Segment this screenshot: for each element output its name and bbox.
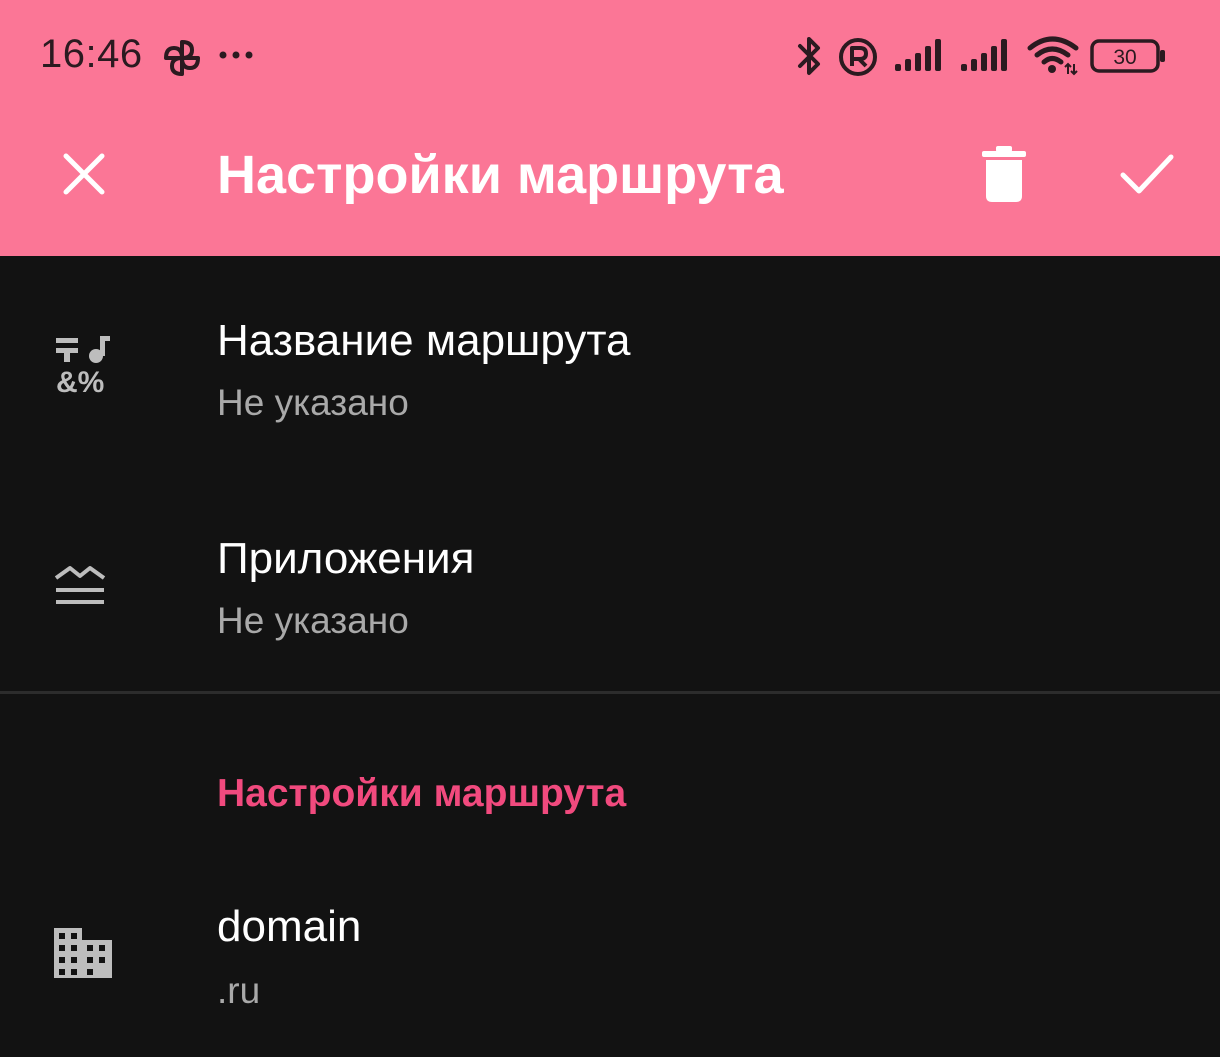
apps-layers-icon <box>52 560 108 615</box>
text-symbols-icon: &% <box>52 334 114 401</box>
close-button[interactable] <box>39 129 129 219</box>
item-title: Название маршрута <box>217 316 631 365</box>
item-title: domain <box>217 902 362 951</box>
check-icon <box>1120 154 1174 194</box>
pinwheel-icon <box>162 36 202 85</box>
svg-text:&%: &% <box>56 366 104 396</box>
registered-icon <box>837 36 879 83</box>
building-icon <box>52 926 114 985</box>
battery-icon: 30 <box>1090 38 1168 79</box>
signal-icon <box>893 38 947 77</box>
close-icon <box>63 153 105 195</box>
section-header: Настройки маршрута <box>217 772 627 815</box>
more-dots-icon <box>218 48 254 66</box>
status-bar: 16:46 30 <box>0 0 1220 114</box>
item-title: Приложения <box>217 534 475 583</box>
wifi-icon <box>1026 34 1082 81</box>
confirm-button[interactable] <box>1102 129 1192 219</box>
item-subtitle: .ru <box>217 970 261 1011</box>
signal-icon <box>959 38 1013 77</box>
list-item-domain[interactable]: domain .ru <box>0 860 1220 1057</box>
status-time: 16:46 <box>40 32 143 76</box>
trash-icon <box>982 146 1026 202</box>
item-subtitle: Не указано <box>217 600 409 641</box>
page-title: Настройки маршрута <box>217 145 784 205</box>
bluetooth-icon <box>794 34 824 83</box>
delete-button[interactable] <box>959 129 1049 219</box>
list-item-route-name[interactable]: &% Название маршрута Не указано <box>0 256 1220 474</box>
app-header: 16:46 30 Настройки маршрута <box>0 0 1220 256</box>
battery-level: 30 <box>1113 46 1136 69</box>
divider <box>0 691 1220 694</box>
list-item-apps[interactable]: Приложения Не указано <box>0 474 1220 691</box>
toolbar: Настройки маршрута <box>0 114 1220 256</box>
item-subtitle: Не указано <box>217 382 409 423</box>
